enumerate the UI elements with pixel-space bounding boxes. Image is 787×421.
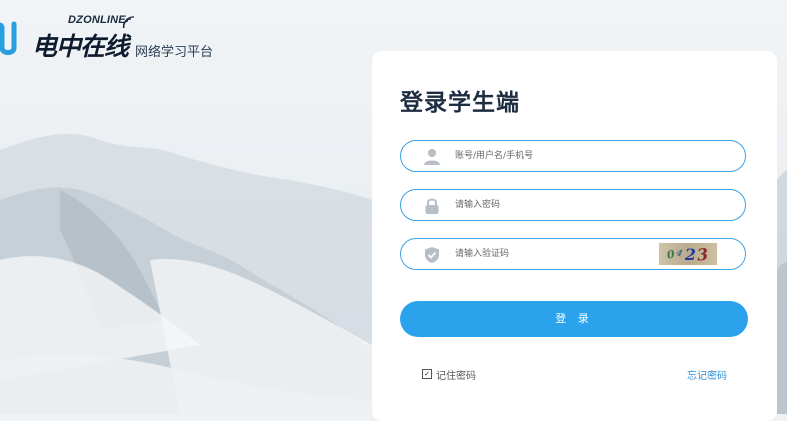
remember-label: 记住密码 bbox=[436, 370, 476, 382]
username-field-wrapper bbox=[400, 140, 746, 172]
username-input[interactable] bbox=[455, 146, 655, 166]
captcha-field-wrapper: 0 4 2 3 bbox=[400, 238, 746, 270]
remember-password[interactable]: ✓ 记住密码 bbox=[422, 367, 476, 382]
shield-check-icon bbox=[425, 247, 439, 263]
password-field-wrapper bbox=[400, 189, 746, 221]
password-input[interactable] bbox=[455, 195, 655, 215]
logo-mark-icon bbox=[0, 21, 17, 55]
lock-icon bbox=[425, 198, 439, 214]
page-title: 登录学生端 bbox=[400, 90, 520, 116]
captcha-image[interactable]: 0 4 2 3 bbox=[659, 243, 717, 265]
forgot-password-link[interactable]: 忘记密码 bbox=[687, 367, 727, 382]
brand-logo: DZONLINE 电中在线 网络学习平台 bbox=[0, 14, 240, 61]
platform-tagline: 网络学习平台 bbox=[135, 45, 214, 60]
login-panel: 登录学生端 0 4 2 3 登 录 ✓ 记住密码 忘记密码 bbox=[372, 51, 777, 421]
logo-english-text: DZONLINE bbox=[68, 14, 126, 26]
user-icon bbox=[424, 149, 440, 165]
captcha-char: 2 bbox=[684, 244, 697, 264]
captcha-input[interactable] bbox=[455, 244, 645, 264]
remember-checkbox[interactable]: ✓ bbox=[422, 369, 432, 379]
login-button[interactable]: 登 录 bbox=[400, 301, 748, 337]
captcha-char: 4 bbox=[674, 248, 684, 260]
logo-chinese-text: 电中在线 bbox=[32, 32, 129, 61]
captcha-char: 3 bbox=[695, 243, 711, 265]
